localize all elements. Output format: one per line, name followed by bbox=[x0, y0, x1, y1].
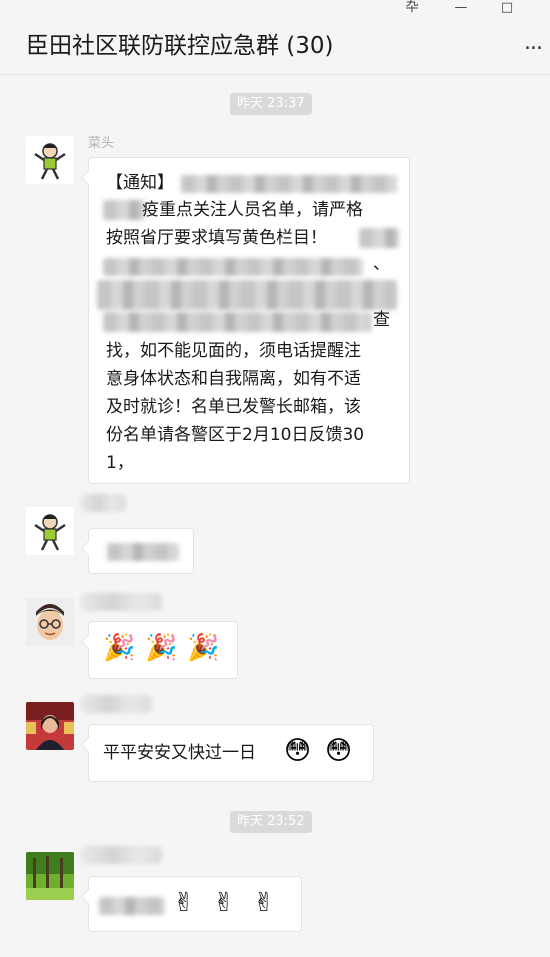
message-bubble[interactable] bbox=[88, 528, 194, 574]
message-line: 按照省厅要求填写黄色栏目！ bbox=[106, 228, 327, 248]
message-line: 疫重点关注人员名单，请严格 bbox=[142, 200, 363, 220]
title-bar: 臣田社区联防联控应急群 (30) 卆 — □ ... bbox=[0, 0, 550, 75]
redacted-text bbox=[103, 312, 371, 332]
message-bubble[interactable]: ✌ ✌ ✌ bbox=[88, 876, 302, 932]
message-line: 份名单请各警区于2月10日反馈30 bbox=[106, 425, 365, 445]
party-popper-icon: 🎉 bbox=[187, 633, 220, 663]
more-options-icon[interactable]: ... bbox=[524, 30, 543, 55]
sender-name bbox=[80, 695, 152, 713]
redacted-text bbox=[181, 175, 397, 193]
sender-name bbox=[80, 494, 126, 512]
sender-name: 菜头 bbox=[88, 136, 115, 151]
message-bubble[interactable]: 平平安安又快过一日 😳 😳 bbox=[88, 724, 374, 782]
timestamp: 昨天 23:52 bbox=[230, 811, 312, 833]
message-line: 意身体状态和自我隔离，如有不适 bbox=[106, 369, 361, 389]
redacted-text bbox=[97, 280, 397, 310]
maximize-icon[interactable]: □ bbox=[497, 0, 517, 16]
flushed-face-icon: 😳 bbox=[284, 736, 312, 766]
victory-hand-icon: ✌ bbox=[173, 888, 195, 918]
message-text: 平平安安又快过一日 bbox=[103, 743, 256, 763]
victory-hand-icon: ✌ bbox=[253, 888, 275, 918]
message-line: 找，如不能见面的，须电话提醒注 bbox=[106, 341, 361, 361]
sender-name bbox=[80, 846, 162, 864]
timestamp: 昨天 23:37 bbox=[230, 93, 312, 115]
message-line: 【通知】 bbox=[106, 173, 174, 193]
message-bubble[interactable]: 🎉 🎉 🎉 bbox=[88, 621, 238, 679]
pin-icon[interactable]: 卆 bbox=[402, 0, 422, 16]
forest-avatar-icon[interactable] bbox=[26, 852, 74, 900]
redacted-text bbox=[99, 897, 165, 915]
memoji-avatar-icon[interactable] bbox=[26, 598, 74, 646]
redacted-text bbox=[107, 543, 179, 561]
flushed-face-icon: 😳 bbox=[325, 736, 353, 766]
redacted-text bbox=[359, 228, 399, 248]
message-line: 及时就诊！名单已发警长邮箱，该 bbox=[106, 397, 361, 417]
message-line: 、 bbox=[373, 254, 390, 274]
victory-hand-icon: ✌ bbox=[213, 888, 235, 918]
cartoon-avatar-icon[interactable] bbox=[26, 136, 74, 184]
message-line: 1， bbox=[106, 453, 134, 473]
minimize-icon[interactable]: — bbox=[451, 0, 471, 16]
redacted-text bbox=[103, 258, 363, 276]
redacted-text bbox=[103, 200, 145, 220]
party-popper-icon: 🎉 bbox=[103, 633, 136, 663]
sender-name bbox=[80, 593, 162, 611]
photo-avatar-icon[interactable] bbox=[26, 702, 74, 750]
cartoon-avatar-icon[interactable] bbox=[26, 507, 74, 555]
chat-title: 臣田社区联防联控应急群 (30) bbox=[26, 33, 334, 59]
party-popper-icon: 🎉 bbox=[145, 633, 178, 663]
message-line: 查 bbox=[373, 310, 390, 330]
message-bubble[interactable]: 【通知】 疫重点关注人员名单，请严格 按照省厅要求填写黄色栏目！ 、 查 找，如… bbox=[88, 157, 410, 484]
